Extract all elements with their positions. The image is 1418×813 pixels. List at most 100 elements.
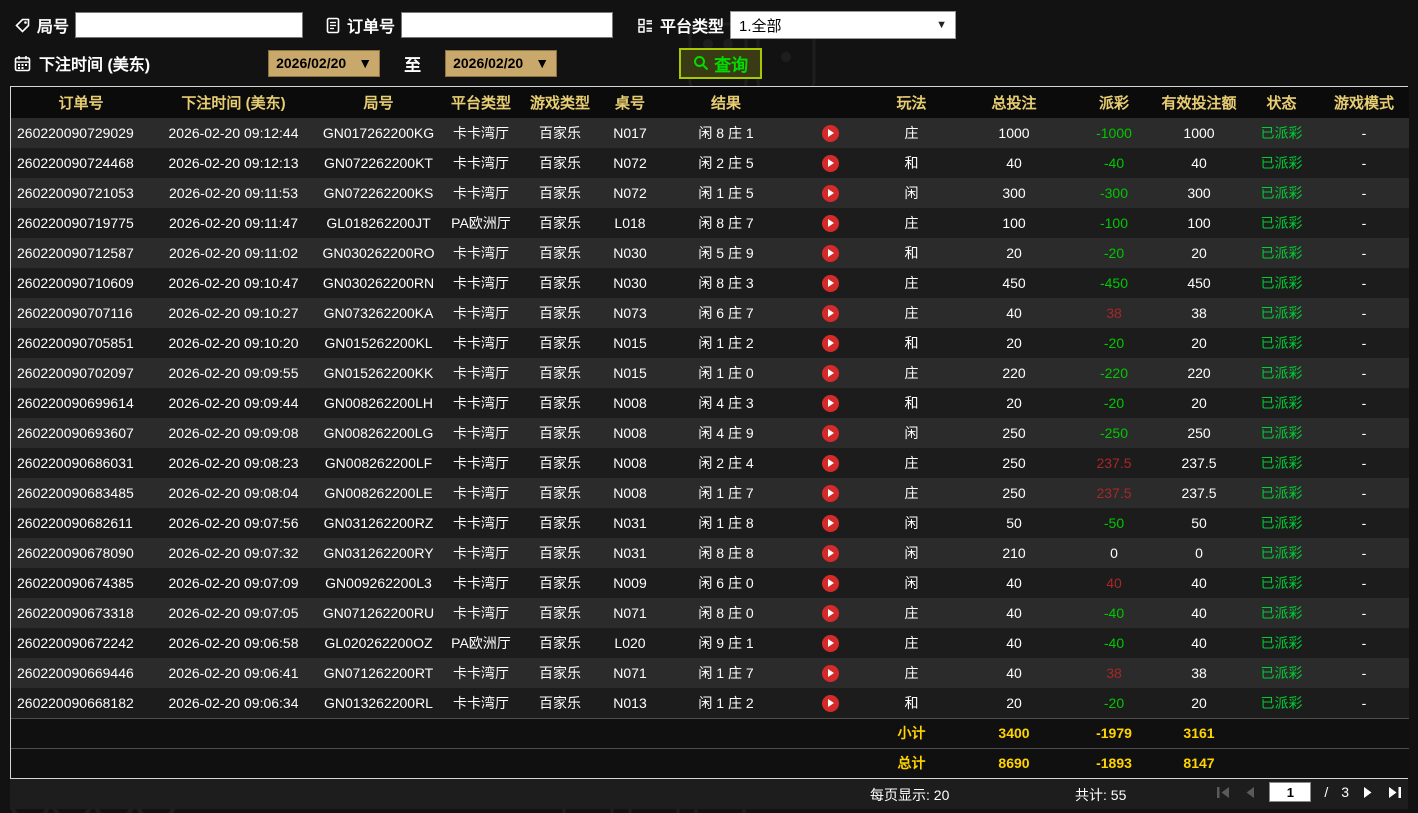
round-no-cell: GL018262200JT [326, 215, 431, 231]
valid-bet-cell: 450 [1187, 275, 1211, 291]
bet-time-cell: 2026-02-20 09:06:58 [168, 635, 299, 651]
play-video-button[interactable] [821, 514, 839, 532]
play-icon [828, 339, 834, 348]
play-icon [828, 189, 834, 198]
column-header: 游戏模式 [1319, 87, 1409, 118]
last-page-button[interactable] [1387, 786, 1402, 799]
status-cell: 已派彩 [1260, 545, 1303, 561]
valid-bet-cell: 20 [1191, 694, 1207, 711]
column-header: 平台类型 [441, 87, 521, 118]
game-type-cell: 百家乐 [539, 215, 581, 231]
game-type-cell: 百家乐 [539, 635, 581, 651]
order-no-cell: 260220090699614 [17, 395, 134, 411]
play-video-button[interactable] [821, 184, 839, 202]
play-video-button[interactable] [821, 364, 839, 382]
platform-cell: 卡卡湾厅 [453, 485, 509, 501]
bet-type-cell: 闲 [904, 515, 919, 531]
platform-cell: 卡卡湾厅 [453, 185, 509, 201]
prev-page-button[interactable] [1244, 786, 1256, 799]
play-video-button[interactable] [821, 214, 839, 232]
search-button-label: 查询 [714, 55, 749, 75]
play-video-button[interactable] [821, 574, 839, 592]
play-icon [828, 249, 834, 258]
order-no-cell: 260220090710609 [17, 275, 134, 291]
platform-filter-group: 平台类型 1.全部 ▼ [637, 11, 957, 39]
round-no-cell: GN017262200KG [322, 125, 435, 141]
play-video-button[interactable] [821, 394, 839, 412]
platform-cell: 卡卡湾厅 [453, 545, 509, 561]
play-video-button[interactable] [821, 274, 839, 292]
order-no-cell: 260220090672242 [17, 635, 134, 651]
play-video-button[interactable] [821, 634, 839, 652]
play-video-button[interactable] [821, 484, 839, 502]
game-type-cell: 百家乐 [539, 515, 581, 531]
column-header: 结果 [661, 87, 791, 118]
order-input[interactable] [401, 12, 614, 38]
payout-cell: -220 [1099, 365, 1129, 381]
payout-cell: -40 [1103, 605, 1125, 621]
date-to-value: 2026/02/20 [453, 55, 524, 71]
total-bet-cell: 20 [1006, 335, 1022, 351]
order-no-cell: 260220090686031 [17, 455, 134, 471]
game-mode-cell: - [1361, 455, 1367, 471]
search-button[interactable]: 查询 [679, 47, 763, 79]
video-cell [791, 538, 869, 568]
payout-cell: -450 [1099, 275, 1129, 291]
date-from-select[interactable]: 2026/02/20 ▼ [268, 49, 381, 77]
total-bet-cell: 1000 [998, 125, 1030, 141]
play-video-button[interactable] [821, 544, 839, 562]
play-video-button[interactable] [821, 304, 839, 322]
result-cell: 闲 6 庄 7 [698, 305, 754, 321]
order-no-cell: 260220090693607 [17, 425, 134, 441]
round-no-cell: GN008262200LF [324, 455, 433, 471]
play-icon [828, 549, 834, 558]
round-no-cell: GN008262200LH [324, 395, 433, 411]
payout-cell: -50 [1103, 515, 1125, 531]
subtotal-valid-bet: 3161 [1183, 725, 1215, 741]
total-payout: -1893 [1096, 755, 1132, 772]
first-page-button[interactable] [1216, 786, 1231, 799]
play-video-button[interactable] [821, 604, 839, 622]
play-video-button[interactable] [821, 244, 839, 262]
page-input[interactable] [1269, 782, 1312, 802]
play-video-button[interactable] [821, 664, 839, 682]
game-mode-cell: - [1361, 605, 1367, 621]
game-mode-cell: - [1361, 485, 1367, 501]
bet-type-cell: 庄 [904, 275, 919, 291]
valid-bet-cell: 237.5 [1181, 455, 1217, 471]
play-icon [828, 699, 834, 708]
game-mode-cell: - [1361, 335, 1367, 351]
status-cell: 已派彩 [1260, 335, 1303, 351]
table-header-row: 订单号 下注时间 (美东) 局号 平台类型 游戏类型 桌号 结果 玩法 总投注 派彩 有效投注额 状态… [11, 87, 1409, 118]
round-no-cell: GN072262200KS [323, 185, 434, 201]
table-row: 260220090710609 2026-02-20 09:10:47 GN0302… [11, 268, 1409, 298]
play-video-button[interactable] [821, 694, 839, 712]
total-count-value: 55 [1110, 787, 1127, 803]
video-cell [791, 358, 869, 388]
play-video-button[interactable] [821, 424, 839, 442]
total-bet-cell: 40 [1006, 635, 1022, 651]
total-bet-cell: 40 [1006, 665, 1022, 681]
result-cell: 闲 1 庄 5 [698, 185, 754, 201]
page-separator: / [1324, 784, 1329, 800]
chevron-down-icon: ▼ [936, 19, 948, 31]
play-video-button[interactable] [821, 334, 839, 352]
round-no-cell: GN071262200RU [322, 605, 435, 621]
platform-select[interactable]: 1.全部 ▼ [730, 11, 957, 39]
play-icon [828, 399, 834, 408]
next-page-button[interactable] [1362, 786, 1374, 799]
status-cell: 已派彩 [1260, 215, 1303, 231]
date-to-select[interactable]: 2026/02/20 ▼ [445, 49, 558, 77]
play-video-button[interactable] [821, 154, 839, 172]
round-input[interactable] [75, 12, 304, 38]
video-cell [791, 268, 869, 298]
video-cell [791, 508, 869, 538]
valid-bet-cell: 40 [1191, 635, 1207, 651]
play-video-button[interactable] [821, 454, 839, 472]
column-header: 下注时间 (美东) [151, 87, 316, 118]
order-no-cell: 260220090683485 [17, 485, 134, 501]
total-bet-cell: 50 [1006, 515, 1022, 531]
platform-cell: 卡卡湾厅 [453, 305, 509, 321]
play-video-button[interactable] [821, 124, 839, 142]
round-filter-group: 局号 [14, 12, 304, 38]
